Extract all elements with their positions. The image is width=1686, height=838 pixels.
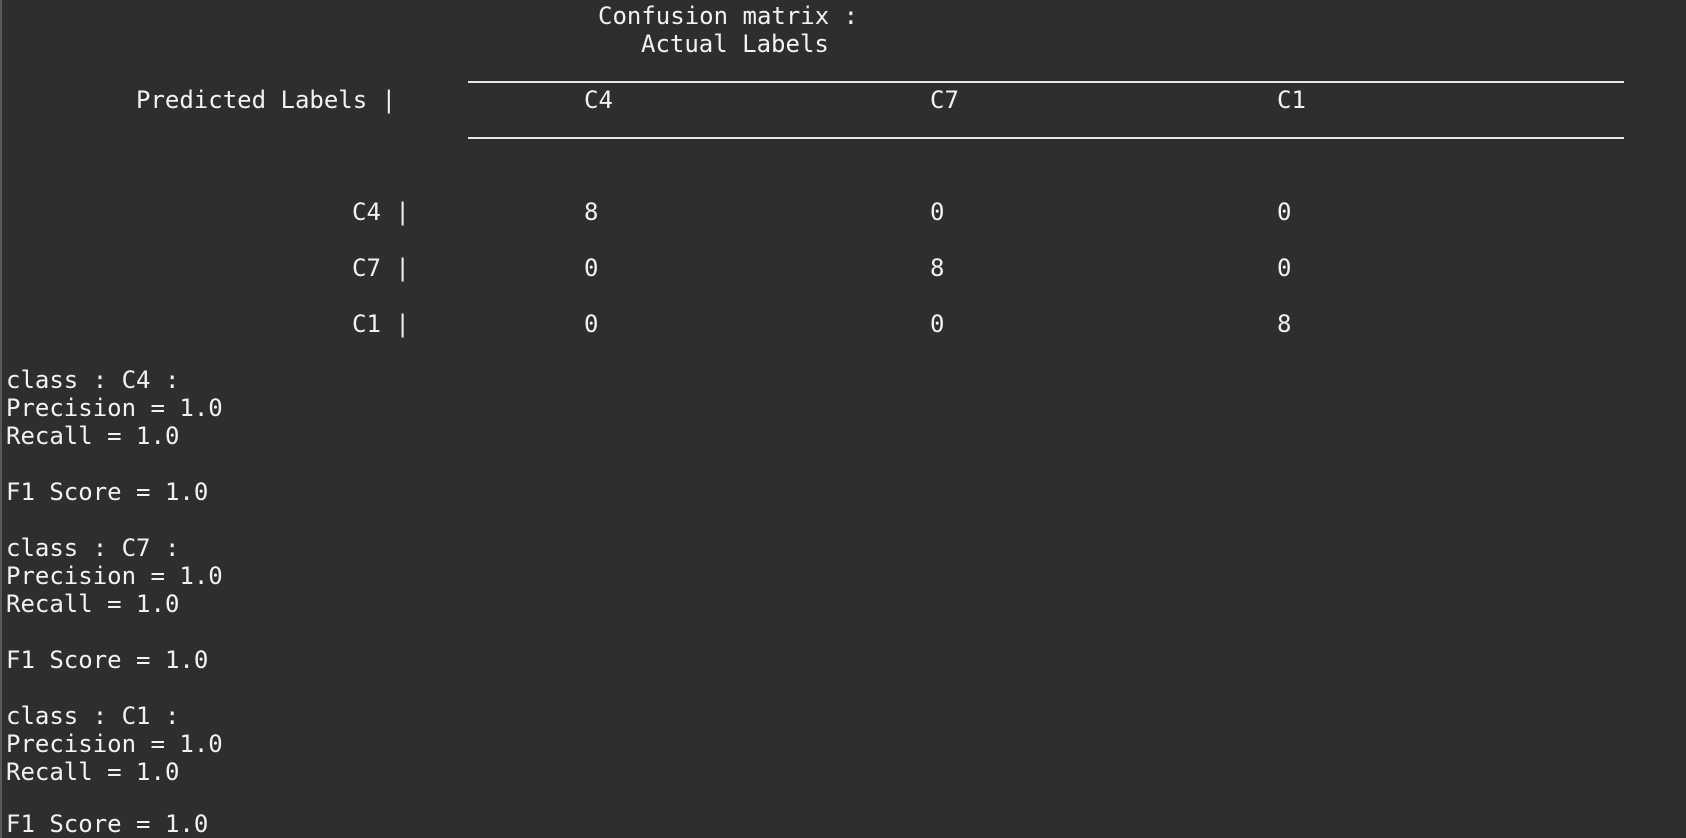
metrics-f1: F1 Score = 1.0 [6, 478, 209, 506]
row-label-c1: C1 | [352, 310, 410, 338]
metrics-precision: Precision = 1.0 [6, 394, 223, 422]
column-header-c4: C4 [584, 86, 613, 114]
metrics-f1: F1 Score = 1.0 [6, 646, 209, 674]
window-left-border [0, 0, 2, 838]
metrics-f1: F1 Score = 1.0 [6, 810, 209, 838]
matrix-cell: 8 [1277, 310, 1292, 338]
row-label-c4: C4 | [352, 198, 410, 226]
matrix-cell: 8 [930, 254, 945, 282]
actual-labels-heading: Actual Labels [641, 30, 829, 58]
matrix-cell: 0 [584, 254, 599, 282]
column-header-c7: C7 [930, 86, 959, 114]
metrics-class-line: class : C7 : [6, 534, 180, 562]
metrics-recall: Recall = 1.0 [6, 422, 180, 450]
row-label-c7: C7 | [352, 254, 410, 282]
metrics-recall: Recall = 1.0 [6, 590, 180, 618]
matrix-cell: 0 [1277, 254, 1292, 282]
column-header-c1: C1 [1277, 86, 1306, 114]
matrix-cell: 8 [584, 198, 599, 226]
matrix-cell: 0 [1277, 198, 1292, 226]
metrics-recall: Recall = 1.0 [6, 758, 180, 786]
predicted-labels-heading: Predicted Labels | [136, 86, 397, 114]
metrics-precision: Precision = 1.0 [6, 730, 223, 758]
metrics-class-line: class : C4 : [6, 366, 180, 394]
header-top-rule [468, 81, 1624, 83]
matrix-cell: 0 [930, 198, 945, 226]
header-bottom-rule [468, 137, 1624, 139]
metrics-class-line: class : C1 : [6, 702, 180, 730]
matrix-cell: 0 [584, 310, 599, 338]
matrix-cell: 0 [930, 310, 945, 338]
matrix-title: Confusion matrix : [598, 2, 859, 30]
metrics-precision: Precision = 1.0 [6, 562, 223, 590]
